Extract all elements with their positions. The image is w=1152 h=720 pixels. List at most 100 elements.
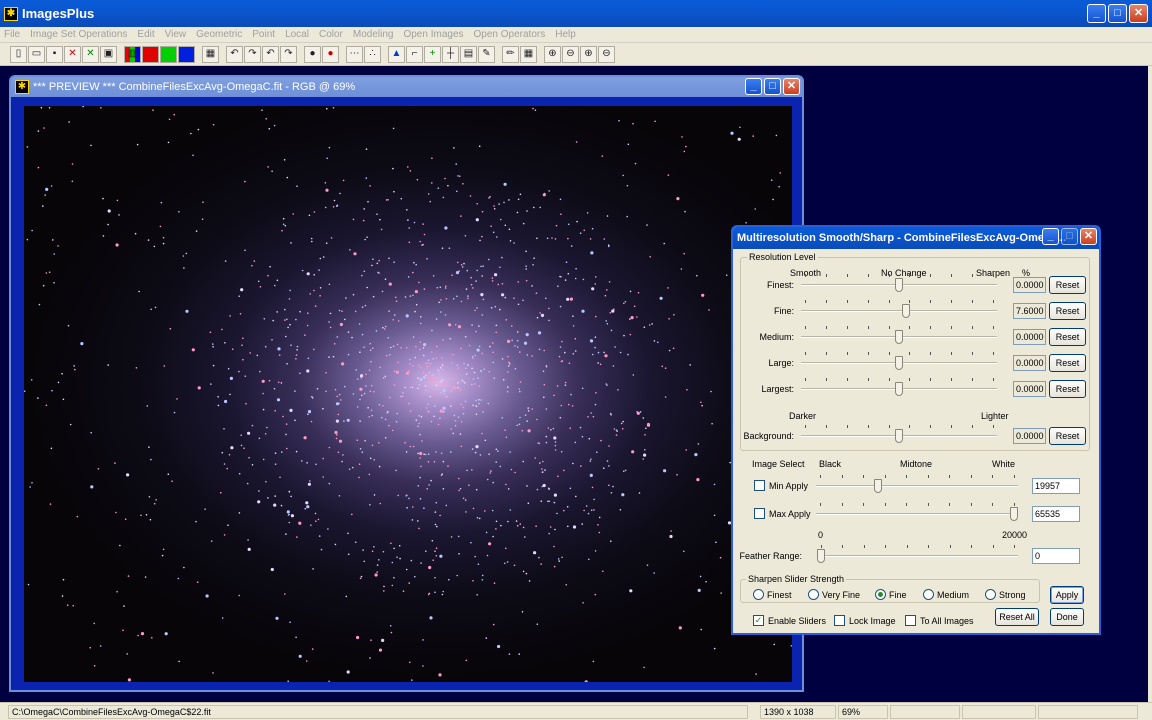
preview-close-button[interactable]: ✕: [783, 78, 800, 95]
background-value[interactable]: 0.0000: [1013, 428, 1046, 444]
dots-icon[interactable]: ⋯: [346, 45, 363, 63]
finest-value[interactable]: 0.0000: [1013, 277, 1046, 293]
dialog-minimize-button[interactable]: _: [1042, 228, 1059, 245]
finest-reset-button[interactable]: Reset: [1049, 276, 1086, 294]
strength-fine-radio[interactable]: [875, 589, 886, 600]
undo-all-icon[interactable]: ↶: [262, 45, 279, 63]
preview-minimize-button[interactable]: _: [745, 78, 762, 95]
reset-all-button[interactable]: Reset All: [995, 608, 1039, 626]
to-all-images-checkbox[interactable]: [905, 615, 916, 626]
redo-all-icon[interactable]: ↷: [280, 45, 297, 63]
save-icon[interactable]: ▪: [46, 45, 63, 63]
large-reset-button[interactable]: Reset: [1049, 354, 1086, 372]
blue-channel-icon[interactable]: [178, 45, 195, 63]
open-icon[interactable]: ▭: [28, 45, 45, 63]
min-apply-value[interactable]: 19957: [1032, 478, 1080, 494]
enable-sliders-checkbox[interactable]: ✓: [753, 615, 764, 626]
star-cluster-image[interactable]: [24, 106, 792, 682]
plus-icon[interactable]: +: [424, 45, 441, 63]
fine-slider-track[interactable]: [801, 310, 997, 312]
done-button[interactable]: Done: [1050, 608, 1084, 626]
red-channel-icon[interactable]: [142, 45, 159, 63]
zoom-actual-icon[interactable]: ⊖: [598, 45, 615, 63]
menu-open-images[interactable]: Open Images: [403, 29, 463, 40]
medium-slider-thumb[interactable]: [895, 330, 903, 344]
menu-image-set-operations[interactable]: Image Set Operations: [30, 29, 127, 40]
rgb-icon[interactable]: ▥: [124, 45, 141, 63]
menu-edit[interactable]: Edit: [137, 29, 154, 40]
large-slider-thumb[interactable]: [895, 356, 903, 370]
dot-icon[interactable]: ●: [304, 45, 321, 63]
apply-button[interactable]: Apply: [1050, 586, 1084, 604]
close-all-icon[interactable]: ✕: [82, 45, 99, 63]
dot-red-icon[interactable]: ●: [322, 45, 339, 63]
triangle-icon[interactable]: ▲: [388, 45, 405, 63]
menu-file[interactable]: File: [4, 29, 20, 40]
fine-slider-thumb[interactable]: [902, 304, 910, 318]
green-channel-icon[interactable]: [160, 45, 177, 63]
min-apply-slider-thumb[interactable]: [874, 479, 882, 493]
maximize-button[interactable]: □: [1108, 4, 1127, 23]
star: [450, 451, 452, 453]
minimize-button[interactable]: _: [1087, 4, 1106, 23]
medium-reset-button[interactable]: Reset: [1049, 328, 1086, 346]
medium-value[interactable]: 0.0000: [1013, 329, 1046, 345]
max-apply-slider-track[interactable]: [816, 513, 1018, 515]
feather-range-slider-thumb[interactable]: [817, 549, 825, 563]
background-reset-button[interactable]: Reset: [1049, 427, 1086, 445]
zoom-in-icon[interactable]: ⊕: [544, 45, 561, 63]
strength-finest-radio[interactable]: [753, 589, 764, 600]
min-apply-slider-track[interactable]: [816, 485, 1018, 487]
zoom-fit-icon[interactable]: ⊕: [580, 45, 597, 63]
pencil-icon[interactable]: ✏: [502, 45, 519, 63]
preview-maximize-button[interactable]: □: [764, 78, 781, 95]
new-icon[interactable]: ▯: [10, 45, 27, 63]
menu-open-operators[interactable]: Open Operators: [474, 29, 546, 40]
star: [414, 310, 416, 313]
close-x-icon[interactable]: ✕: [64, 45, 81, 63]
fine-reset-button[interactable]: Reset: [1049, 302, 1086, 320]
table-icon[interactable]: ▦: [520, 45, 537, 63]
star: [212, 123, 215, 126]
feather-range-value[interactable]: 0: [1032, 548, 1080, 564]
menu-view[interactable]: View: [165, 29, 187, 40]
dialog-title-bar[interactable]: Multiresolution Smooth/Sharp - CombineFi…: [733, 227, 1099, 249]
finest-slider-thumb[interactable]: [895, 278, 903, 292]
strength-medium-radio[interactable]: [923, 589, 934, 600]
grid-icon[interactable]: ▦: [202, 45, 219, 63]
min-apply-checkbox[interactable]: [754, 480, 765, 491]
zoom-out-icon[interactable]: ⊖: [562, 45, 579, 63]
lock-image-checkbox[interactable]: [834, 615, 845, 626]
preview-title-bar[interactable]: ✱ *** PREVIEW *** CombineFilesExcAvg-Ome…: [11, 77, 802, 97]
close-button[interactable]: ✕: [1129, 4, 1148, 23]
scatter-icon[interactable]: ∴: [364, 45, 381, 63]
fine-value[interactable]: 7.6000: [1013, 303, 1046, 319]
star: [369, 342, 372, 345]
dialog-close-button[interactable]: ✕: [1080, 228, 1097, 245]
redo-icon[interactable]: ↷: [244, 45, 261, 63]
menu-help[interactable]: Help: [555, 29, 576, 40]
max-apply-value[interactable]: 65535: [1032, 506, 1080, 522]
dialog-maximize-button[interactable]: □: [1061, 228, 1078, 245]
undo-icon[interactable]: ↶: [226, 45, 243, 63]
background-slider-thumb[interactable]: [895, 429, 903, 443]
strength-strong-radio[interactable]: [985, 589, 996, 600]
largest-reset-button[interactable]: Reset: [1049, 380, 1086, 398]
largest-slider-thumb[interactable]: [895, 382, 903, 396]
crop-icon[interactable]: ⌐: [406, 45, 423, 63]
frame-icon[interactable]: ▤: [460, 45, 477, 63]
strength-very-fine-radio[interactable]: [808, 589, 819, 600]
largest-value[interactable]: 0.0000: [1013, 381, 1046, 397]
menu-geometric[interactable]: Geometric: [196, 29, 242, 40]
menu-local[interactable]: Local: [285, 29, 309, 40]
crosshair-icon[interactable]: ┼: [442, 45, 459, 63]
menu-modeling[interactable]: Modeling: [353, 29, 394, 40]
large-value[interactable]: 0.0000: [1013, 355, 1046, 371]
brush-icon[interactable]: ✎: [478, 45, 495, 63]
copy-icon[interactable]: ▣: [100, 45, 117, 63]
feather-range-slider-track[interactable]: [817, 555, 1018, 557]
max-apply-checkbox[interactable]: [754, 508, 765, 519]
max-apply-slider-thumb[interactable]: [1010, 507, 1018, 521]
menu-point[interactable]: Point: [252, 29, 275, 40]
menu-color[interactable]: Color: [319, 29, 343, 40]
